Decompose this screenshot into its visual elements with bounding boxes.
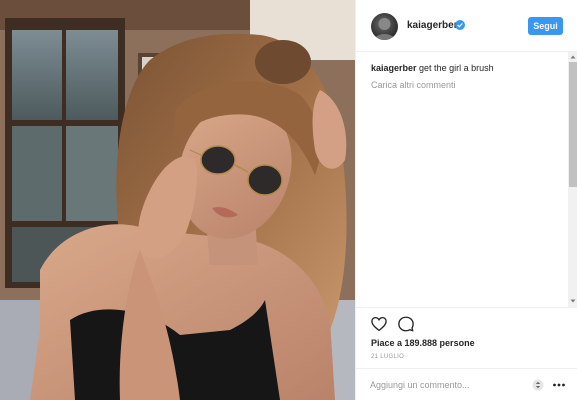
avatar[interactable] — [371, 13, 398, 40]
comments-scrollbar[interactable] — [568, 52, 577, 307]
load-more-comments-link[interactable]: Carica altri commenti — [371, 80, 566, 90]
username[interactable]: kaiagerber — [407, 20, 458, 31]
post-date[interactable]: 21 LUGLIO — [371, 354, 404, 360]
scroll-down-arrow-icon[interactable] — [568, 296, 577, 306]
ellipsis-icon[interactable] — [552, 379, 566, 391]
post-photo[interactable] — [0, 0, 355, 400]
heart-outline-icon[interactable] — [370, 315, 388, 333]
portrait-image — [0, 0, 355, 400]
caption-comment: kaiagerber get the girl a brush — [371, 62, 566, 74]
scroll-up-arrow-icon[interactable] — [568, 52, 577, 62]
scrollbar-thumb[interactable] — [569, 62, 577, 187]
up-down-arrows-icon[interactable] — [532, 379, 544, 391]
speech-bubble-icon[interactable] — [397, 315, 415, 333]
likes-count[interactable]: Piace a 189.888 persone — [371, 338, 475, 348]
add-comment-bar — [356, 368, 577, 400]
comments-section: kaiagerber get the girl a brush Carica a… — [371, 62, 566, 90]
comment-username[interactable]: kaiagerber — [371, 63, 417, 73]
post-header: kaiagerber Segui — [356, 0, 577, 52]
verified-badge-icon — [455, 20, 465, 30]
comment-text: get the girl a brush — [419, 63, 494, 73]
follow-button[interactable]: Segui — [528, 17, 563, 35]
add-comment-input[interactable] — [370, 378, 530, 392]
post-actions: Piace a 189.888 persone 21 LUGLIO — [356, 307, 577, 367]
post-details-panel: kaiagerber Segui kaiagerber get the girl… — [355, 0, 577, 400]
